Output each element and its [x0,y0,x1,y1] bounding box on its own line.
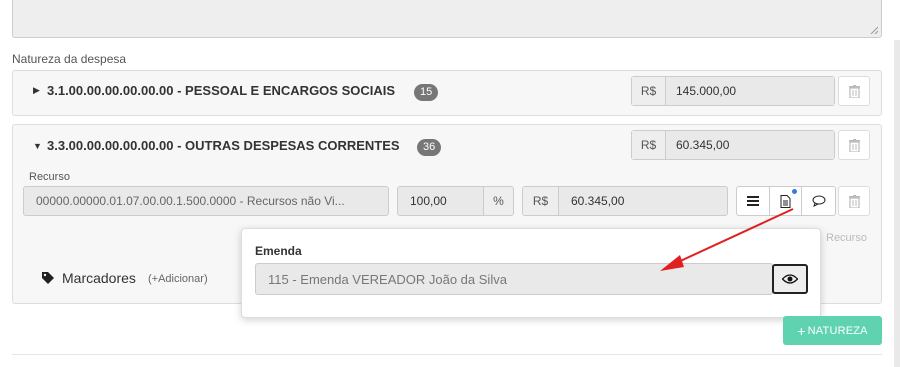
percent-input[interactable]: 100,00 [397,186,484,216]
add-recurso-hint[interactable]: Recurso [826,232,867,244]
add-natureza-button[interactable]: + NATUREZA [783,316,882,345]
currency-addon: R$ [522,186,559,216]
natureza-title[interactable]: 3.1.00.00.00.00.00.00 - PESSOAL E ENCARG… [47,83,395,98]
annotation-arrow [660,208,794,271]
scrollbar[interactable] [894,40,900,367]
currency-addon: R$ [632,77,666,105]
count-badge: 15 [414,84,439,101]
popover-anchor [241,228,242,229]
recurso-label: Recurso [29,171,70,183]
add-marcador-link[interactable]: (+Adicionar) [148,273,208,285]
notification-dot [792,189,798,194]
natureza-value-field[interactable]: R$ 60.345,00 [631,130,835,160]
comment-icon [812,195,826,207]
eye-icon [782,274,798,284]
delete-natureza-button[interactable] [838,76,870,106]
caret-down-icon[interactable]: ▼ [33,141,42,151]
plus-icon: + [797,322,806,339]
percent-addon: % [483,186,514,216]
comment-button[interactable] [802,187,835,215]
delete-recurso-button[interactable] [838,186,870,216]
emenda-label: Emenda [255,244,302,258]
add-natureza-label: NATUREZA [807,324,868,337]
caret-right-icon[interactable]: ▶ [33,85,40,96]
description-textarea[interactable] [12,0,882,38]
trash-icon [848,194,860,208]
natureza-value[interactable]: 145.000,00 [666,77,834,105]
section-label: Natureza da despesa [12,52,127,66]
resize-grip-icon[interactable] [870,26,878,34]
natureza-value-field[interactable]: R$ 145.000,00 [631,76,835,106]
currency-addon: R$ [632,131,666,159]
natureza-value[interactable]: 60.345,00 [666,131,834,159]
tag-icon [42,272,54,284]
recurso-field[interactable]: 00000.00000.01.07.00.00.1.500.0000 - Rec… [23,186,389,216]
delete-natureza-button[interactable] [838,130,870,160]
trash-icon [848,138,860,152]
marcadores-label: Marcadores [62,270,136,286]
divider [12,354,882,355]
trash-icon [848,84,860,98]
count-badge: 36 [417,139,442,156]
natureza-title[interactable]: 3.3.00.00.00.00.00.00 - OUTRAS DESPESAS … [47,138,400,153]
